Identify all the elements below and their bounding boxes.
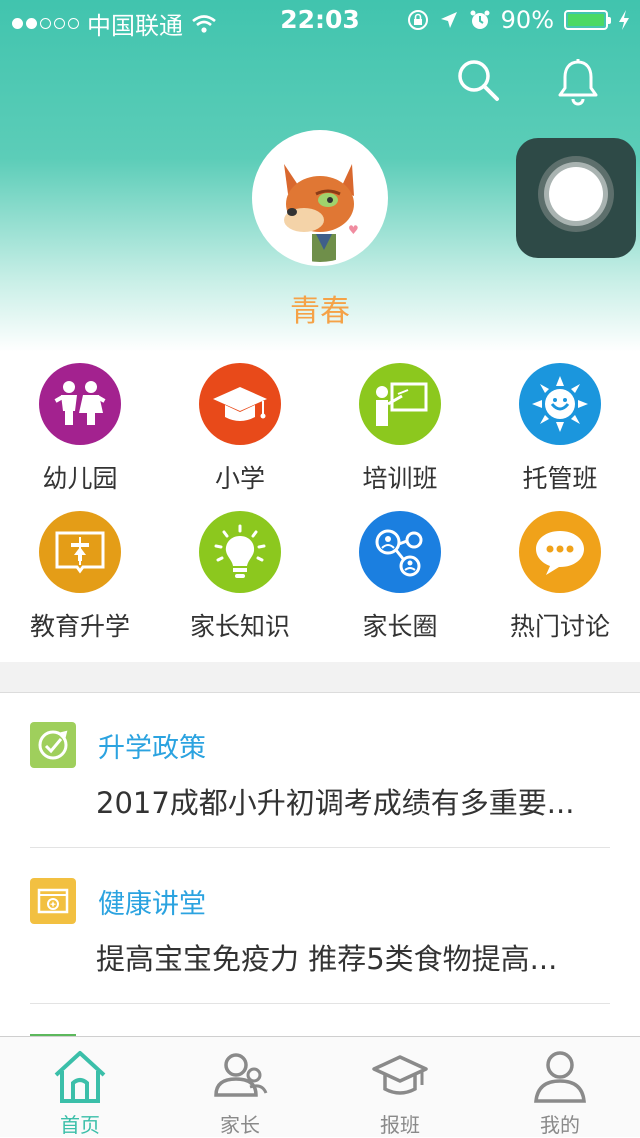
chat-bubble-icon — [519, 511, 601, 593]
category-label: 培训班 — [362, 464, 438, 493]
profile-icon — [534, 1051, 586, 1103]
tab-home[interactable]: 首页 — [0, 1037, 160, 1137]
news-title: 2017成都小升初调考成绩有多重要... — [96, 786, 575, 820]
battery-icon — [564, 10, 611, 30]
people-network-icon — [359, 511, 441, 593]
tab-label: 我的 — [540, 1113, 580, 1137]
category-hot-discussion[interactable]: 热门讨论 — [480, 511, 640, 643]
charging-icon — [619, 10, 629, 30]
category-parent-knowledge[interactable]: 家长知识 — [160, 511, 320, 643]
lightbulb-icon — [199, 511, 281, 593]
category-training-class[interactable]: 培训班 — [320, 363, 480, 495]
battery-percent: 90% — [500, 6, 554, 34]
alarm-icon — [470, 10, 490, 29]
category-daycare[interactable]: 托管班 — [480, 363, 640, 495]
section-divider — [0, 662, 640, 693]
avatar[interactable]: ♥ — [252, 130, 388, 266]
children-icon — [39, 363, 121, 445]
tab-parents[interactable]: 家长 — [160, 1037, 320, 1137]
parents-icon — [214, 1053, 268, 1097]
graduation-cap-icon — [372, 1055, 428, 1095]
search-icon[interactable] — [456, 58, 500, 102]
category-label: 托管班 — [522, 464, 598, 493]
user-nickname: 青春 — [290, 294, 350, 329]
teacher-board-icon — [359, 363, 441, 445]
status-bar: 中国联通 22:03 90% — [0, 0, 640, 40]
policy-icon — [30, 722, 76, 768]
rotation-lock-icon — [407, 10, 428, 30]
tab-label: 首页 — [60, 1113, 100, 1137]
graduation-cap-icon — [199, 363, 281, 445]
category-label: 家长圈 — [362, 612, 438, 641]
tab-label: 报班 — [380, 1113, 420, 1137]
tab-label: 家长 — [220, 1113, 260, 1137]
news-item[interactable]: 升学政策 2017成都小升初调考成绩有多重要... — [30, 722, 610, 848]
news-item[interactable]: 健康讲堂 提高宝宝免疫力 推荐5类食物提高... — [30, 878, 610, 1004]
news-category: 健康讲堂 — [98, 889, 206, 920]
category-label: 教育升学 — [29, 612, 130, 641]
category-label: 小学 — [214, 464, 265, 493]
category-label: 家长知识 — [189, 612, 290, 641]
book-upload-icon — [39, 511, 121, 593]
category-education-advancement[interactable]: 教育升学 — [0, 511, 160, 643]
news-title: 提高宝宝免疫力 推荐5类食物提高... — [96, 942, 558, 976]
category-kindergarten[interactable]: 幼儿园 — [0, 363, 160, 495]
category-label: 幼儿园 — [42, 464, 118, 493]
news-category: 升学政策 — [98, 733, 206, 764]
svg-text:♥: ♥ — [348, 223, 359, 237]
tab-me[interactable]: 我的 — [480, 1037, 640, 1137]
category-primary-school[interactable]: 小学 — [160, 363, 320, 495]
tab-bar: 首页 家长 报班 我的 — [0, 1036, 640, 1137]
fox-avatar-icon: ♥ — [256, 134, 384, 262]
sun-face-icon — [519, 363, 601, 445]
assistive-touch-button[interactable] — [516, 138, 636, 258]
bell-icon[interactable] — [556, 58, 600, 108]
category-parent-circle[interactable]: 家长圈 — [320, 511, 480, 643]
tab-enroll[interactable]: 报班 — [320, 1037, 480, 1137]
home-icon — [54, 1051, 106, 1103]
category-label: 热门讨论 — [509, 612, 610, 641]
location-arrow-icon — [440, 12, 457, 28]
health-lecture-icon — [30, 878, 76, 924]
